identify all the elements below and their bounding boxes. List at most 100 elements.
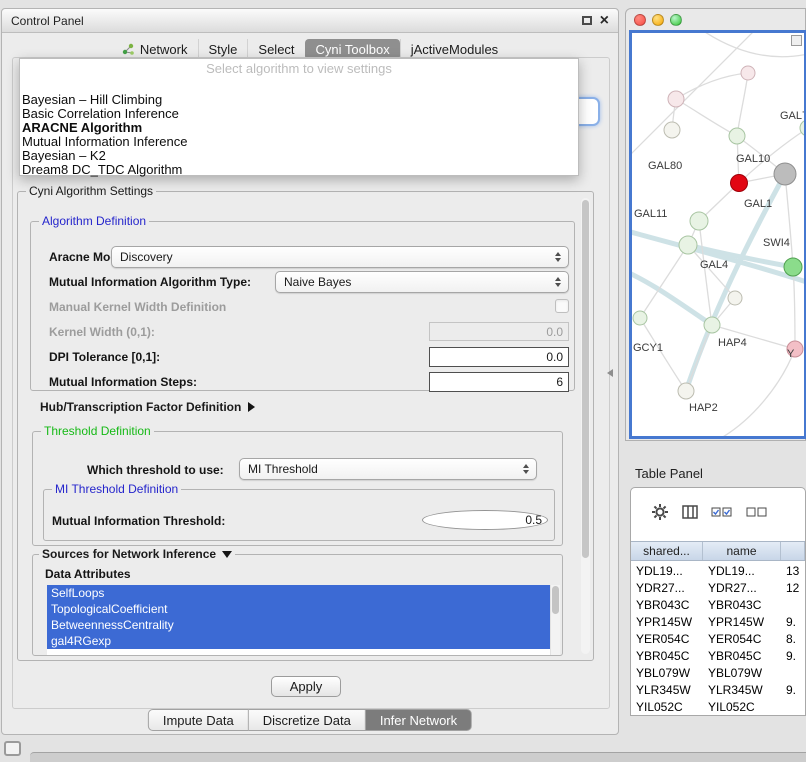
- table-row[interactable]: YBR045CYBR045C9.: [631, 647, 805, 664]
- close-traffic-light[interactable]: [634, 14, 646, 26]
- tab-label: Network: [140, 42, 188, 57]
- algorithm-option[interactable]: Basic Correlation Inference: [20, 107, 578, 121]
- combo-arrows-icon: [523, 464, 529, 474]
- algorithm-option-selected[interactable]: ARACNE Algorithm: [20, 121, 578, 135]
- combo-arrows-icon: [555, 277, 561, 287]
- zoom-traffic-light[interactable]: [670, 14, 682, 26]
- network-node[interactable]: [664, 122, 680, 138]
- apply-button[interactable]: Apply: [271, 676, 341, 697]
- node-label: GAL10: [736, 153, 770, 165]
- attribute-item-selected[interactable]: gal4RGexp: [47, 633, 550, 649]
- network-node[interactable]: [633, 311, 647, 325]
- attribute-item-selected[interactable]: SelfLoops: [47, 585, 550, 601]
- table-row[interactable]: YBL079WYBL079W: [631, 664, 805, 681]
- table-row[interactable]: YIL052CYIL052C: [631, 698, 805, 715]
- algorithm-definition-title: Algorithm Definition: [39, 214, 149, 228]
- settings-scrollbar[interactable]: [581, 198, 590, 654]
- network-node-green[interactable]: [784, 258, 802, 276]
- scrollbar-thumb[interactable]: [552, 586, 559, 614]
- kernel-width-label: Kernel Width (0,1):: [49, 325, 155, 340]
- network-node[interactable]: [679, 236, 697, 254]
- table-row[interactable]: YPR145WYPR145W9.: [631, 613, 805, 630]
- table-row[interactable]: YDL19...YDL19...13: [631, 562, 805, 579]
- cell: YIL052C: [703, 700, 781, 714]
- table-row[interactable]: YBR043CYBR043C: [631, 596, 805, 613]
- manual-kernel-label: Manual Kernel Width Definition: [49, 300, 226, 315]
- which-threshold-select[interactable]: MI Threshold: [239, 458, 537, 480]
- threshold-definition-group: Threshold Definition Which threshold to …: [32, 431, 563, 546]
- scrollbar-thumb[interactable]: [582, 200, 589, 558]
- tab-impute-data[interactable]: Impute Data: [148, 709, 249, 731]
- algorithm-option[interactable]: Mutual Information Inference: [20, 135, 578, 149]
- float-window-icon[interactable]: [582, 16, 592, 25]
- cyni-algorithm-settings-group: Cyni Algorithm Settings Algorithm Defini…: [17, 191, 594, 661]
- table-row[interactable]: YDR27...YDR27...12: [631, 579, 805, 596]
- mi-threshold-field[interactable]: 0.5: [422, 510, 548, 530]
- threshold-definition-title: Threshold Definition: [41, 424, 154, 438]
- attribute-list-scrollbar[interactable]: [550, 585, 560, 655]
- kernel-width-field[interactable]: 0.0: [429, 322, 569, 341]
- columns-icon[interactable]: [682, 505, 698, 519]
- sources-disclosure[interactable]: Sources for Network Inference: [39, 547, 235, 561]
- aracne-mode-value: Discovery: [120, 250, 173, 264]
- column-header-shared-name[interactable]: shared...: [631, 542, 703, 560]
- network-node[interactable]: [690, 212, 708, 230]
- network-edges: [632, 33, 804, 436]
- cell: YER054C: [703, 632, 781, 646]
- manual-kernel-checkbox[interactable]: [555, 299, 569, 313]
- table-header-row: shared... name: [631, 541, 805, 561]
- control-panel-window: Control Panel × Network Style Select Cyn…: [1, 8, 619, 735]
- network-node-gray[interactable]: [774, 163, 796, 185]
- deselect-all-icon[interactable]: [746, 507, 768, 518]
- network-node[interactable]: [728, 291, 742, 305]
- aracne-mode-select[interactable]: Discovery: [111, 246, 569, 268]
- network-node-red[interactable]: [731, 175, 748, 192]
- tab-label: Cyni Toolbox: [316, 42, 390, 57]
- node-label: GAL1: [744, 198, 772, 210]
- dpi-tolerance-field[interactable]: 0.0: [429, 347, 569, 367]
- cell: YBR045C: [703, 649, 781, 663]
- gear-icon[interactable]: [651, 503, 669, 521]
- panel-dock-icon[interactable]: [4, 741, 21, 756]
- algorithm-blank-row[interactable]: [20, 78, 578, 93]
- network-canvas[interactable]: GAL80 GAL10 GAL7 GAL11 GAL1 SWI4 GAL4 GC…: [629, 30, 806, 439]
- cell: YDR27...: [631, 581, 703, 595]
- table-toolbar: [631, 498, 805, 526]
- data-attributes-list: SelfLoops TopologicalCoefficient Between…: [47, 585, 560, 655]
- which-threshold-value: MI Threshold: [248, 462, 318, 476]
- cell: 9.: [781, 683, 805, 697]
- panel-splitter-collapse-icon[interactable]: [607, 369, 613, 377]
- attribute-item-selected[interactable]: BetweennessCentrality: [47, 617, 550, 633]
- close-icon[interactable]: ×: [600, 15, 609, 27]
- attribute-item-selected[interactable]: TopologicalCoefficient: [47, 601, 550, 617]
- tab-label: Select: [258, 42, 294, 57]
- mi-steps-field[interactable]: 6: [429, 372, 569, 392]
- tab-infer-network[interactable]: Infer Network: [366, 709, 472, 731]
- canvas-scroll-corner[interactable]: [791, 35, 802, 46]
- algorithm-option[interactable]: Bayesian – Hill Climbing: [20, 93, 578, 107]
- network-node[interactable]: [741, 66, 755, 80]
- network-node[interactable]: [668, 91, 684, 107]
- node-label: GAL4: [700, 259, 728, 271]
- table-row[interactable]: YER054CYER054C8.: [631, 630, 805, 647]
- table-row[interactable]: YLR345WYLR345W9.: [631, 681, 805, 698]
- tab-discretize-data[interactable]: Discretize Data: [249, 709, 366, 731]
- bottom-resize-bar[interactable]: [30, 752, 806, 762]
- node-label: Y: [787, 348, 795, 360]
- algorithm-option[interactable]: Bayesian – K2: [20, 149, 578, 163]
- column-header-partial[interactable]: [781, 542, 805, 560]
- network-node[interactable]: [729, 128, 745, 144]
- which-threshold-label: Which threshold to use:: [87, 463, 224, 478]
- select-all-icon[interactable]: [711, 507, 733, 518]
- hub-definition-disclosure[interactable]: Hub/Transcription Factor Definition: [40, 400, 255, 414]
- network-node[interactable]: [704, 317, 720, 333]
- mi-type-select[interactable]: Naive Bayes: [275, 271, 569, 293]
- cell: 13: [781, 564, 805, 578]
- algorithm-option[interactable]: Dream8 DC_TDC Algorithm: [20, 163, 578, 177]
- window-controls: [634, 14, 682, 26]
- minimize-traffic-light[interactable]: [652, 14, 664, 26]
- network-node[interactable]: [678, 383, 694, 399]
- column-header-name[interactable]: name: [703, 542, 781, 560]
- table-panel-title: Table Panel: [635, 466, 703, 481]
- node-label: GCY1: [633, 342, 663, 354]
